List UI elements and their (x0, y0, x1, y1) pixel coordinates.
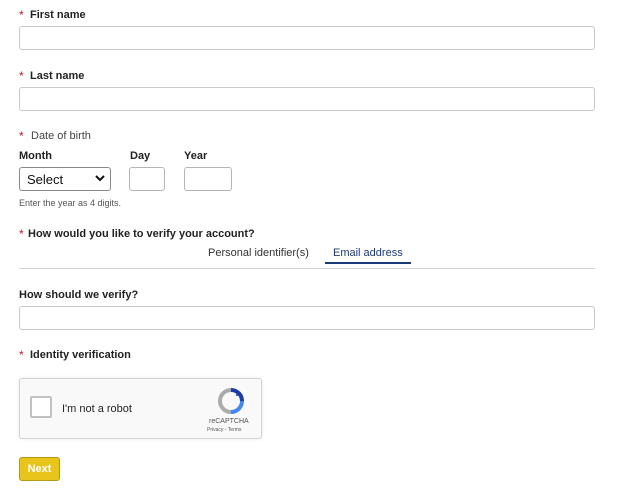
recaptcha-checkbox[interactable] (30, 396, 52, 418)
month-label: Month (19, 150, 52, 162)
how-verify-label: How should we verify? (19, 289, 139, 301)
month-select-value: Select (27, 171, 64, 187)
recaptcha-text: I'm not a robot (62, 403, 132, 415)
recaptcha-logo-icon (217, 387, 245, 420)
day-label: Day (130, 150, 151, 162)
last-name-input[interactable] (19, 87, 595, 111)
identity-verification-label: Identity verification (30, 349, 131, 361)
last-name-label: Last name (30, 70, 85, 82)
year-hint: Enter the year as 4 digits. (19, 198, 122, 208)
required-marker: * (19, 69, 24, 83)
recaptcha-widget: I'm not a robot reCAPTCHA Privacy - Term… (19, 378, 262, 439)
chevron-down-icon (94, 172, 106, 187)
verify-input[interactable] (19, 306, 595, 330)
first-name-label: First name (30, 9, 86, 21)
tab-personal-identifier[interactable]: Personal identifier(s) (208, 247, 309, 259)
month-select[interactable]: Select (19, 167, 111, 191)
first-name-input[interactable] (19, 26, 595, 50)
required-marker: * (19, 348, 24, 362)
recaptcha-links[interactable]: Privacy - Terms (207, 427, 241, 433)
year-label: Year (184, 150, 208, 162)
year-input[interactable] (184, 167, 232, 191)
day-input[interactable] (129, 167, 165, 191)
required-marker: * (19, 8, 24, 22)
verify-question-label: How would you like to verify your accoun… (28, 228, 255, 240)
tabs-divider (19, 268, 595, 269)
required-marker: * (19, 227, 24, 241)
next-button[interactable]: Next (19, 457, 60, 481)
tab-email-address[interactable]: Email address (325, 247, 411, 264)
required-marker: * (19, 129, 24, 143)
dob-label: Date of birth (31, 130, 91, 142)
recaptcha-brand: reCAPTCHA (209, 418, 249, 425)
